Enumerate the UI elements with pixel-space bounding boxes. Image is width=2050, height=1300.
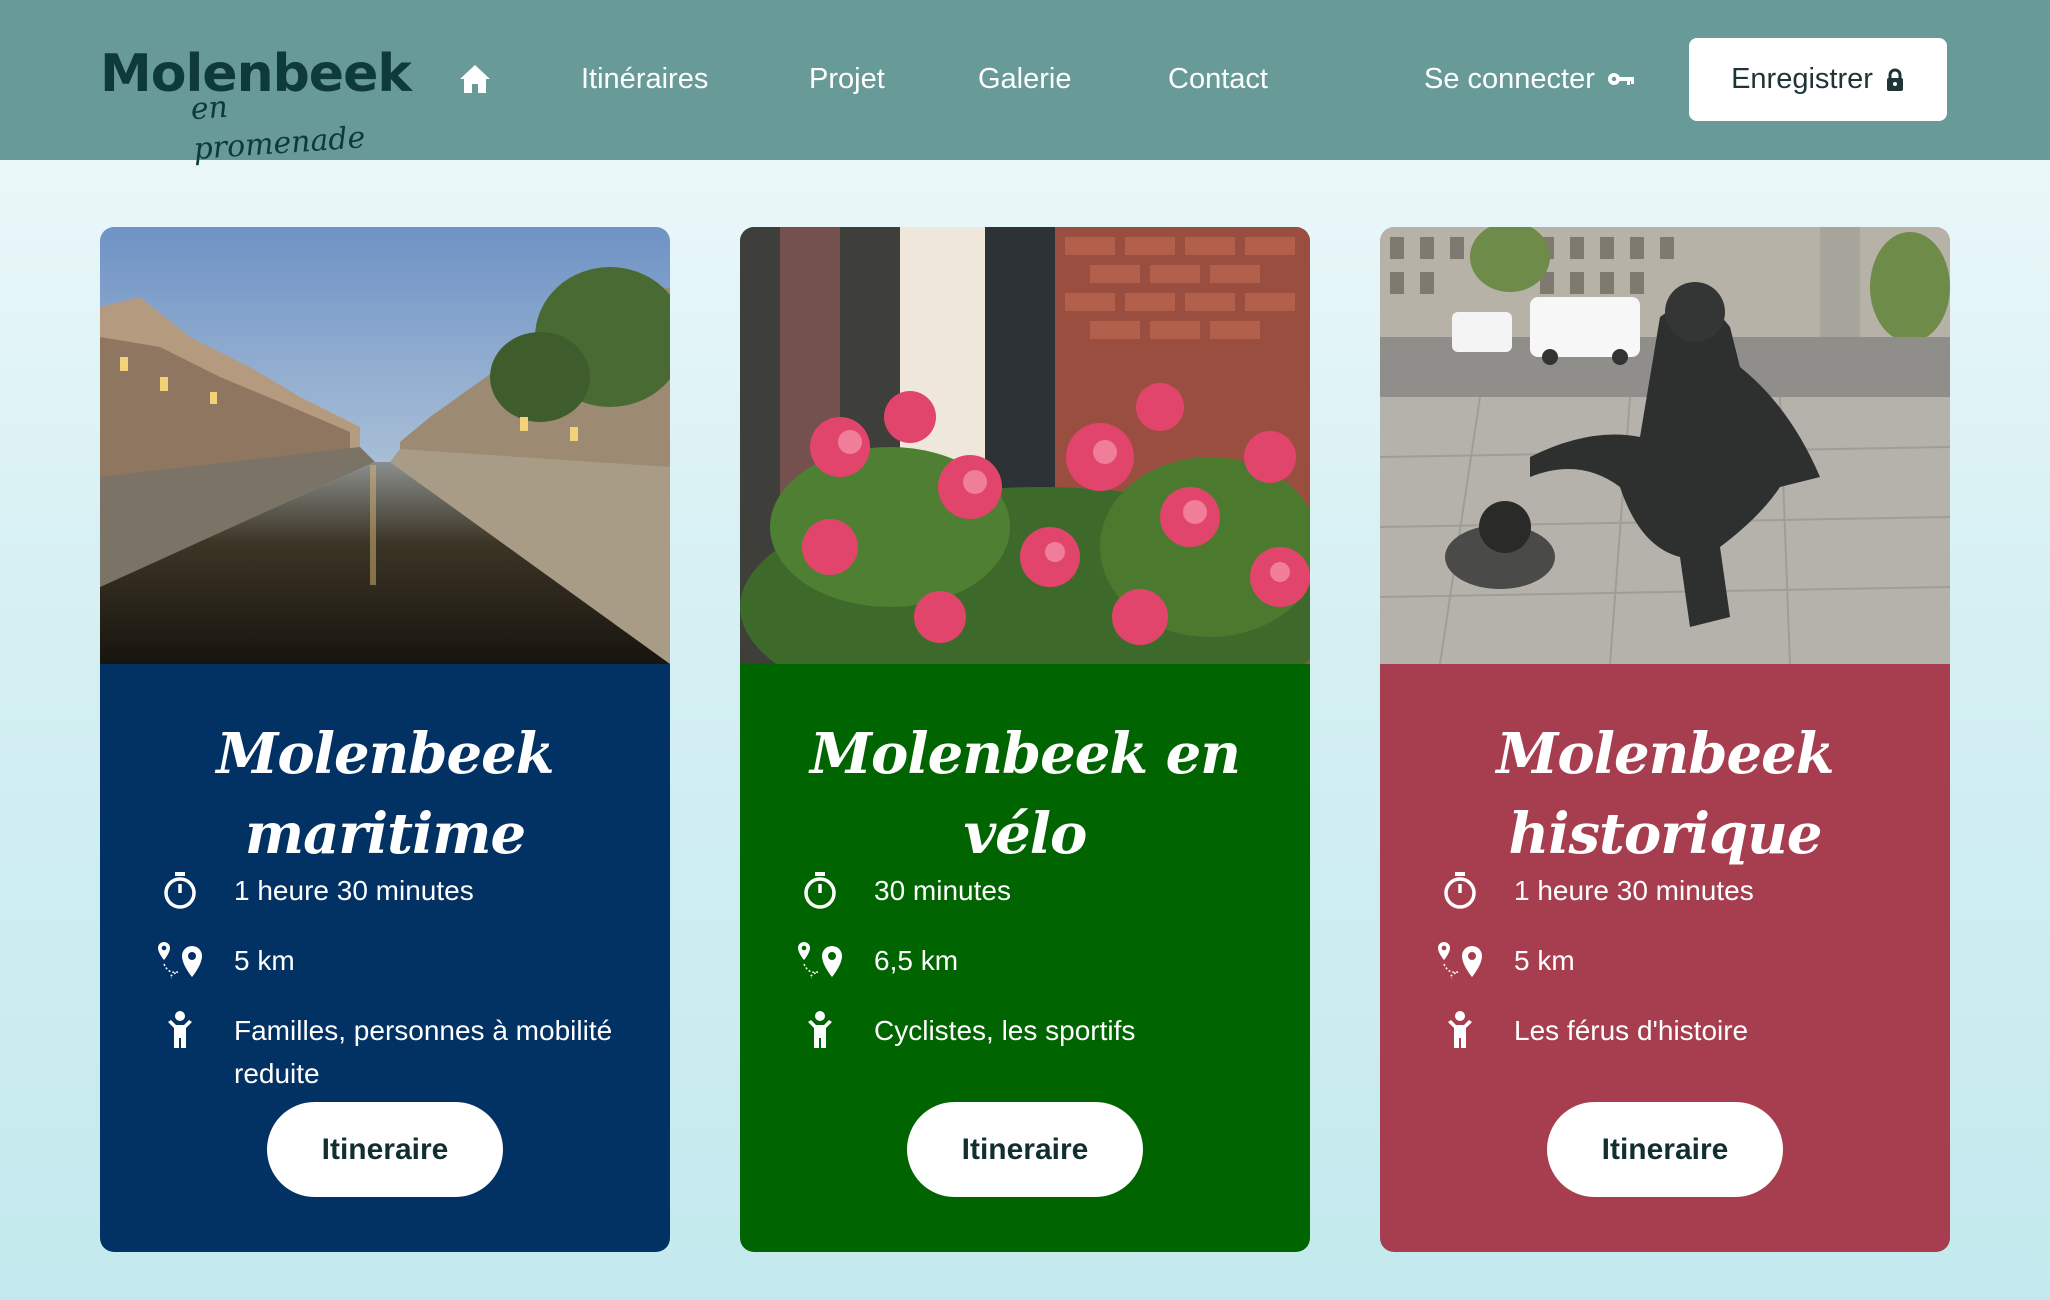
audience-text: Cyclistes, les sportifs: [874, 1015, 1136, 1046]
key-icon: [1607, 73, 1634, 85]
card-title: Molenbeek historique: [1496, 721, 1834, 867]
lock-icon: [1886, 68, 1903, 91]
distance-text: 5 km: [234, 945, 295, 976]
map-pins-icon: [798, 942, 842, 979]
login-label: Se connecter: [1424, 63, 1595, 95]
distance-text: 5 km: [1514, 945, 1575, 976]
card-photo-flowers: [740, 227, 1310, 664]
distance-text: 6,5 km: [874, 945, 959, 976]
stopwatch-icon: [1444, 872, 1476, 909]
stopwatch-icon: [804, 872, 836, 909]
card-body: Molenbeek en vélo 30 minutes 6,5 km Cycl…: [740, 664, 1310, 1252]
audience-text: Les férus d'histoire: [1514, 1015, 1749, 1046]
nav-link-galerie[interactable]: Galerie: [978, 59, 1072, 99]
card-title: Molenbeek maritime: [216, 721, 554, 867]
audience-text: Familles, personnes à mobilité reduite: [234, 1015, 613, 1089]
stopwatch-icon: [164, 872, 196, 909]
itinerary-button[interactable]: Itineraire: [267, 1102, 503, 1197]
home-icon[interactable]: [458, 62, 492, 96]
itinerary-button[interactable]: Itineraire: [1547, 1102, 1783, 1197]
duration-text: 1 heure 30 minutes: [1514, 875, 1754, 906]
person-icon: [808, 1011, 832, 1048]
itinerary-button[interactable]: Itineraire: [907, 1102, 1143, 1197]
nav-link-projet[interactable]: Projet: [809, 59, 885, 99]
card-photo-statue: [1380, 227, 1950, 664]
nav-link-itineraires[interactable]: Itinéraires: [581, 59, 708, 99]
card-body: Molenbeek historique 1 heure 30 minutes …: [1380, 664, 1950, 1252]
card-photo-canal: [100, 227, 670, 664]
card-title: Molenbeek en vélo: [809, 721, 1241, 867]
map-pins-icon: [158, 942, 202, 979]
nav-link-contact[interactable]: Contact: [1168, 59, 1268, 99]
site-header: Molenbeek en promenade Itinéraires Proje…: [0, 0, 2050, 167]
login-link[interactable]: Se connecter: [1424, 59, 1635, 99]
logo-sub-text: en promenade: [189, 89, 367, 168]
map-pins-icon: [1438, 942, 1482, 979]
duration-text: 1 heure 30 minutes: [234, 875, 474, 906]
person-icon: [168, 1011, 192, 1048]
register-label: Enregistrer: [1731, 63, 1873, 95]
route-card-velo: Molenbeek en vélo 30 minutes 6,5 km Cycl…: [740, 227, 1310, 1252]
card-body: Molenbeek maritime 1 heure 30 minutes 5 …: [100, 664, 670, 1252]
site-logo[interactable]: Molenbeek en promenade: [100, 44, 412, 167]
route-card-historique: Molenbeek historique 1 heure 30 minutes …: [1380, 227, 1950, 1252]
register-button[interactable]: Enregistrer: [1689, 38, 1947, 121]
route-card-maritime: Molenbeek maritime 1 heure 30 minutes 5 …: [100, 227, 670, 1252]
duration-text: 30 minutes: [874, 875, 1011, 906]
person-icon: [1448, 1011, 1472, 1048]
